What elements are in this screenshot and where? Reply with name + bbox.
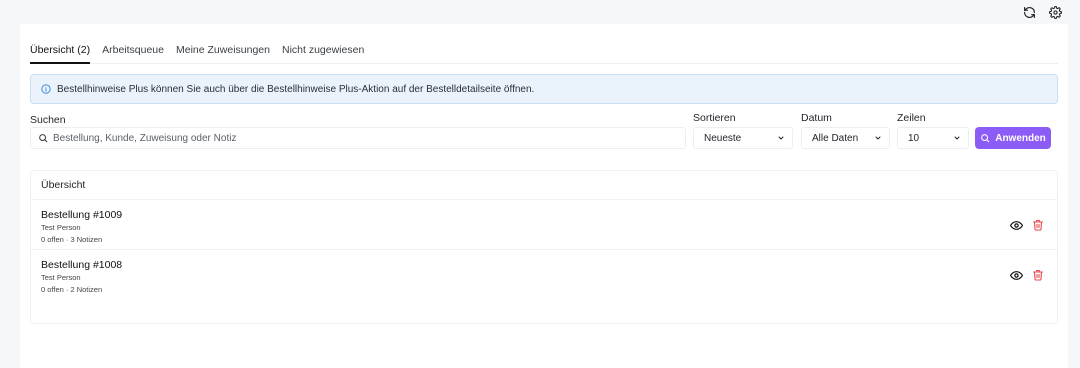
eye-icon[interactable] — [1009, 218, 1023, 232]
order-title: Bestellung #1009 — [41, 209, 123, 221]
order-title: Bestellung #1008 — [41, 259, 123, 271]
sort-value: Neueste — [704, 132, 742, 144]
rows-value: 10 — [908, 132, 920, 144]
tab-my-assignments[interactable]: Meine Zuweisungen — [176, 38, 270, 64]
top-bar — [0, 0, 1080, 24]
info-icon — [41, 84, 51, 94]
eye-icon[interactable] — [1009, 268, 1023, 282]
tab-overview[interactable]: Übersicht (2) — [30, 38, 91, 64]
refresh-icon[interactable] — [1021, 4, 1037, 20]
order-customer: Test Person — [41, 223, 81, 232]
date-select[interactable]: Alle Daten — [801, 127, 890, 149]
search-input[interactable] — [53, 132, 685, 144]
order-meta: 0 offen · 2 Notizen — [41, 285, 103, 294]
tab-unassigned[interactable]: Nicht zugewiesen — [282, 38, 364, 64]
trash-icon[interactable] — [1031, 268, 1045, 282]
sort-select[interactable]: Neueste — [693, 127, 793, 149]
chevron-down-icon — [953, 134, 961, 142]
search-label: Suchen — [30, 114, 66, 126]
rows-label: Zeilen — [897, 112, 926, 124]
trash-icon[interactable] — [1031, 218, 1045, 232]
date-value: Alle Daten — [812, 132, 859, 144]
tab-work-queue[interactable]: Arbeitsqueue — [102, 38, 164, 64]
info-notice: Bestellhinweise Plus können Sie auch übe… — [30, 74, 1058, 104]
search-field[interactable] — [30, 127, 686, 149]
search-icon — [38, 133, 48, 143]
order-row[interactable]: Bestellung #1008 Test Person 0 offen · 2… — [31, 249, 1057, 297]
chevron-down-icon — [874, 134, 882, 142]
order-row[interactable]: Bestellung #1009 Test Person 0 offen · 3… — [31, 199, 1057, 247]
search-icon — [980, 133, 990, 143]
chevron-down-icon — [777, 134, 785, 142]
main-card: Übersicht (2) Arbeitsqueue Meine Zuweisu… — [20, 24, 1068, 368]
sort-label: Sortieren — [693, 112, 736, 124]
apply-button-label: Anwenden — [995, 132, 1046, 144]
gear-icon[interactable] — [1047, 4, 1063, 20]
overview-panel: Übersicht Bestellung #1009 Test Person 0… — [30, 170, 1058, 324]
notice-text: Bestellhinweise Plus können Sie auch übe… — [57, 83, 535, 95]
apply-button[interactable]: Anwenden — [975, 127, 1051, 149]
order-customer: Test Person — [41, 273, 81, 282]
tab-bar: Übersicht (2) Arbeitsqueue Meine Zuweisu… — [30, 38, 376, 64]
order-meta: 0 offen · 3 Notizen — [41, 235, 103, 244]
rows-select[interactable]: 10 — [897, 127, 969, 149]
date-label: Datum — [801, 112, 832, 124]
overview-title: Übersicht — [41, 179, 86, 191]
